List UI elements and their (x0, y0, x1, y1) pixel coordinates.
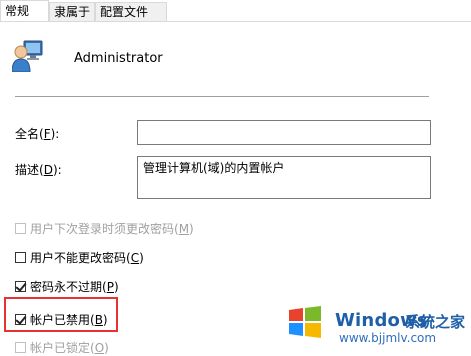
checkbox-box[interactable] (15, 251, 26, 263)
tab-member-of[interactable]: 隶属于 (49, 2, 95, 21)
user-computer-icon (11, 38, 44, 73)
highlight-box (4, 297, 118, 332)
watermark: Windows 系统之家 www.bjjmlv.com (287, 302, 471, 351)
checkbox-box[interactable] (15, 280, 26, 292)
password-never-expires-checkbox[interactable]: 密码永不过期(P) (15, 278, 119, 294)
fullname-label: 全名(F): (15, 127, 60, 141)
checkbox-box[interactable] (15, 222, 26, 234)
cannot-change-password-checkbox[interactable]: 用户不能更改密码(C) (15, 249, 144, 265)
windows-logo-icon (287, 305, 323, 339)
tab-profile[interactable]: 配置文件 (95, 2, 167, 21)
separator (15, 96, 429, 97)
account-locked-checkbox[interactable]: 帐户已锁定(O) (15, 339, 109, 355)
tab-general[interactable]: 常规 (0, 0, 49, 22)
tab-divider (0, 21, 471, 22)
description-field[interactable]: 管理计算机(域)的内置帐户 (137, 156, 431, 199)
fullname-field[interactable] (137, 120, 431, 145)
watermark-url: www.bjjmlv.com (339, 331, 437, 345)
watermark-site: 系统之家 (405, 313, 466, 331)
tab-bar: 常规 隶属于 配置文件 (0, 0, 471, 22)
description-label: 描述(D): (15, 163, 62, 177)
must-change-password-checkbox[interactable]: 用户下次登录时须更改密码(M) (15, 220, 194, 236)
username-label: Administrator (74, 51, 163, 66)
